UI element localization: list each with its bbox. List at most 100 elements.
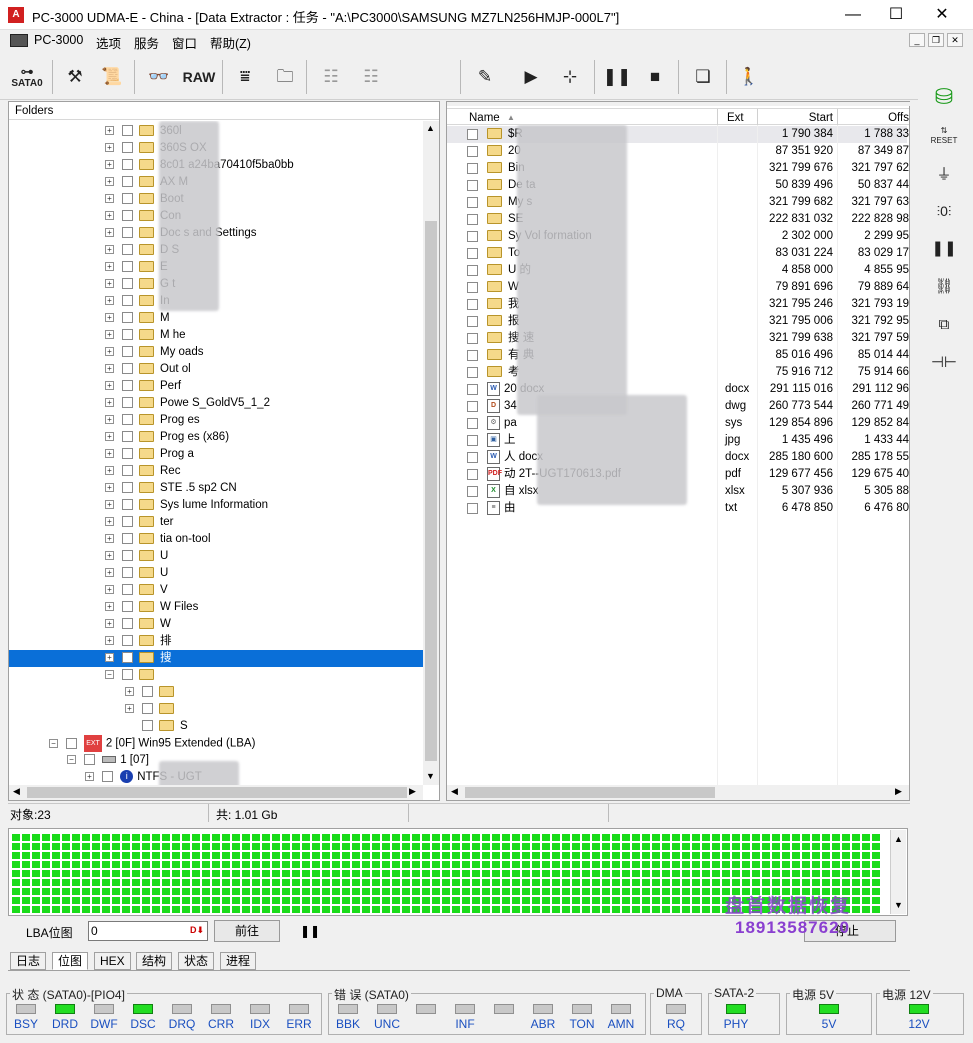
file-checkbox[interactable] (467, 129, 478, 140)
folder-checkbox[interactable] (122, 567, 133, 579)
folder-checkbox[interactable] (122, 516, 133, 528)
play-icon[interactable]: ▶ (514, 58, 548, 96)
folder-checkbox[interactable] (122, 414, 133, 426)
folder-checkbox[interactable] (122, 448, 133, 460)
file-checkbox[interactable] (467, 180, 478, 191)
folder-tree-row[interactable]: + W (9, 616, 423, 633)
folder-checkbox[interactable] (122, 346, 133, 358)
file-checkbox[interactable] (467, 350, 478, 361)
menu-pc3000[interactable]: PC-3000 (34, 33, 83, 47)
folder-checkbox[interactable] (122, 380, 133, 392)
expand-toggle-icon[interactable]: + (105, 143, 114, 153)
folder-tree-row[interactable]: + U (9, 548, 423, 565)
folder-checkbox[interactable] (122, 210, 133, 222)
expand-toggle-icon[interactable]: + (105, 517, 114, 527)
close-button[interactable]: ✕ (919, 0, 965, 30)
folder-checkbox[interactable] (122, 669, 133, 681)
folder-checkbox[interactable] (122, 550, 133, 562)
file-row[interactable]: U 的4 858 0004 855 95 (447, 262, 909, 279)
expand-toggle-icon[interactable]: − (105, 670, 114, 680)
file-row[interactable]: W 79 891 696 79 889 64 (447, 279, 909, 296)
folder-tree-row[interactable]: + V (9, 582, 423, 599)
maximize-button[interactable]: ☐ (873, 0, 919, 30)
tab-status[interactable]: 状态 (178, 952, 215, 970)
power-zero-icon[interactable]: ⫶0⫶ (922, 194, 966, 230)
expand-toggle-icon[interactable]: + (105, 568, 114, 578)
exit-icon[interactable]: 🚶 (732, 58, 766, 96)
file-row[interactable]: 报 321 795 006 321 792 95 (447, 313, 909, 330)
pause-side-icon[interactable]: ❚❚ (922, 232, 966, 268)
file-checkbox[interactable] (467, 435, 478, 446)
folder-checkbox[interactable] (142, 703, 153, 715)
folder-checkbox[interactable] (122, 142, 133, 154)
expand-toggle-icon[interactable]: + (105, 483, 114, 493)
folder-checkbox[interactable] (122, 329, 133, 341)
tree-icon[interactable]: ☷ (314, 58, 348, 96)
folder-tree-row[interactable]: + Prog es (x86) (9, 429, 423, 446)
folder-tree-row[interactable]: + Sys lume Information (9, 497, 423, 514)
file-checkbox[interactable] (467, 333, 478, 344)
folder-tree-row[interactable]: + (9, 684, 423, 701)
expand-toggle-icon[interactable]: + (105, 466, 114, 476)
pause-icon[interactable]: ❚❚ (600, 58, 634, 96)
files-hscroll[interactable]: ◀ ▶ (447, 785, 909, 800)
expand-toggle-icon[interactable]: + (105, 245, 114, 255)
folder-tree-row[interactable]: + (9, 701, 423, 718)
copy-icon[interactable]: ⧉ (922, 308, 966, 344)
tree-search-icon[interactable]: ☷ (354, 58, 388, 96)
folder-checkbox[interactable] (142, 686, 153, 698)
connector-icon[interactable]: ⊣⊢ (922, 346, 966, 382)
collapse-toggle-icon[interactable]: − (67, 755, 76, 765)
scroll-right-icon[interactable]: ▶ (409, 786, 416, 797)
file-row[interactable]: SE 222 831 032 222 828 98 (447, 211, 909, 228)
scroll-right-icon[interactable]: ▶ (895, 786, 902, 797)
folder-tree-row[interactable]: + Prog a (9, 446, 423, 463)
expand-toggle-icon[interactable]: + (105, 228, 114, 238)
menu-options[interactable]: 选项 (96, 33, 121, 52)
tab-log[interactable]: 日志 (10, 952, 47, 970)
folder-checkbox[interactable] (122, 159, 133, 171)
reset-button[interactable]: ⇅ RESET (922, 122, 966, 158)
file-row[interactable]: To 83 031 224 83 029 17 (447, 245, 909, 262)
hscroll-thumb[interactable] (27, 787, 407, 798)
tab-process[interactable]: 进程 (220, 952, 257, 970)
expand-toggle-icon[interactable]: + (105, 211, 114, 221)
expand-toggle-icon[interactable]: + (105, 381, 114, 391)
expand-toggle-icon[interactable]: + (105, 279, 114, 289)
file-checkbox[interactable] (467, 231, 478, 242)
expand-toggle-icon[interactable]: + (105, 449, 114, 459)
expand-toggle-icon[interactable]: + (105, 534, 114, 544)
expand-toggle-icon[interactable]: + (105, 330, 114, 340)
expand-toggle-icon[interactable]: + (105, 636, 114, 646)
expand-toggle-icon[interactable]: + (125, 687, 134, 697)
folder-tree-row[interactable]: + STE .5 sp2 CN (9, 480, 423, 497)
expand-toggle-icon[interactable]: + (105, 347, 114, 357)
file-row[interactable]: Bin321 799 676321 797 62 (447, 160, 909, 177)
folder-tree-row[interactable]: + tia on-tool (9, 531, 423, 548)
file-list[interactable]: $R 1 790 384 1 788 33 20 87 351 920 87 349 87… (447, 125, 909, 785)
chain-icon[interactable]: ⛓ (922, 270, 966, 306)
bitmap-vscroll[interactable]: ▲ ▼ (890, 830, 906, 914)
folder-tree-row[interactable]: − (9, 667, 423, 684)
expand-toggle-icon[interactable]: + (105, 313, 114, 323)
expand-toggle-icon[interactable]: + (105, 126, 114, 136)
file-checkbox[interactable] (467, 282, 478, 293)
expand-toggle-icon[interactable]: + (105, 177, 114, 187)
expand-toggle-icon[interactable]: + (105, 415, 114, 425)
mdi-restore-button[interactable]: ❐ (928, 33, 944, 47)
tab-bitmap[interactable]: 位图 (52, 952, 89, 970)
file-checkbox[interactable] (467, 418, 478, 429)
folder-tree-row[interactable]: + Powe S_GoldV5_1_2 (9, 395, 423, 412)
menu-window[interactable]: 窗口 (172, 33, 197, 52)
folder-tree-row[interactable]: + 搜 (9, 650, 423, 667)
file-checkbox[interactable] (467, 401, 478, 412)
dropdown-icon[interactable]: D⬇ (190, 925, 204, 936)
folder-export-icon[interactable]: 🗀 (268, 58, 302, 96)
hscroll-thumb[interactable] (465, 787, 715, 798)
scroll-down-icon[interactable]: ▼ (894, 900, 903, 910)
sata-port-button[interactable]: ⊶ SATA0 (8, 58, 46, 96)
folder-tree-row[interactable]: + Rec (9, 463, 423, 480)
expand-toggle-icon[interactable]: + (85, 772, 94, 782)
menu-service[interactable]: 服务 (134, 33, 159, 52)
file-row[interactable]: 考 75 916 712 75 914 66 (447, 364, 909, 381)
